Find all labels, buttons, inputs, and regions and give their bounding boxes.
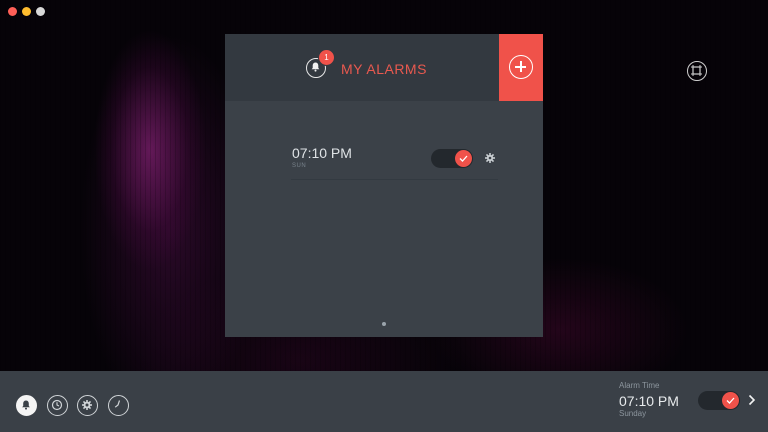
next-alarm-time: 07:10 PM — [619, 393, 679, 409]
alarm-settings-gear-icon[interactable] — [485, 153, 495, 163]
nav-alarms-button[interactable] — [16, 395, 37, 416]
fullscreen-icon — [691, 65, 702, 76]
clock-icon — [51, 399, 63, 411]
alarm-list-item[interactable]: 07:10 PM SUN — [291, 141, 498, 180]
toggle-knob — [722, 392, 739, 409]
add-alarm-button[interactable] — [499, 34, 543, 101]
page-title: MY ALARMS — [341, 61, 427, 77]
alarm-day: SUN — [292, 163, 307, 169]
fullscreen-button[interactable] — [687, 61, 707, 81]
watch-hand-icon — [114, 400, 121, 408]
bell-icon — [311, 62, 320, 72]
page-indicator-dot[interactable] — [382, 322, 386, 326]
close-window-button[interactable] — [8, 7, 17, 16]
nav-settings-button[interactable] — [77, 395, 98, 416]
nav-stopwatch-button[interactable] — [108, 395, 129, 416]
gear-icon — [82, 400, 92, 410]
bottom-toolbar: Alarm Time 07:10 PM Sunday — [0, 371, 768, 432]
alarms-panel: 1 MY ALARMS 07:10 PM SUN — [225, 34, 543, 337]
checkmark-icon — [726, 397, 735, 404]
next-alarm-toggle[interactable] — [698, 391, 740, 410]
chevron-right-icon[interactable] — [748, 394, 756, 406]
zoom-window-button[interactable] — [36, 7, 45, 16]
alarm-enabled-toggle[interactable] — [431, 149, 473, 168]
panel-header: 1 MY ALARMS — [225, 34, 543, 101]
nav-timer-button[interactable] — [47, 395, 68, 416]
checkmark-icon — [459, 155, 468, 162]
notification-badge: 1 — [318, 49, 335, 66]
bell-icon — [22, 400, 30, 410]
minimize-window-button[interactable] — [22, 7, 31, 16]
alarm-time-label: Alarm Time — [619, 381, 660, 390]
alarm-time: 07:10 PM — [292, 145, 352, 161]
next-alarm-day: Sunday — [619, 409, 647, 418]
toggle-knob — [455, 150, 472, 167]
window-controls — [8, 7, 45, 16]
plus-circle-icon — [509, 55, 533, 79]
